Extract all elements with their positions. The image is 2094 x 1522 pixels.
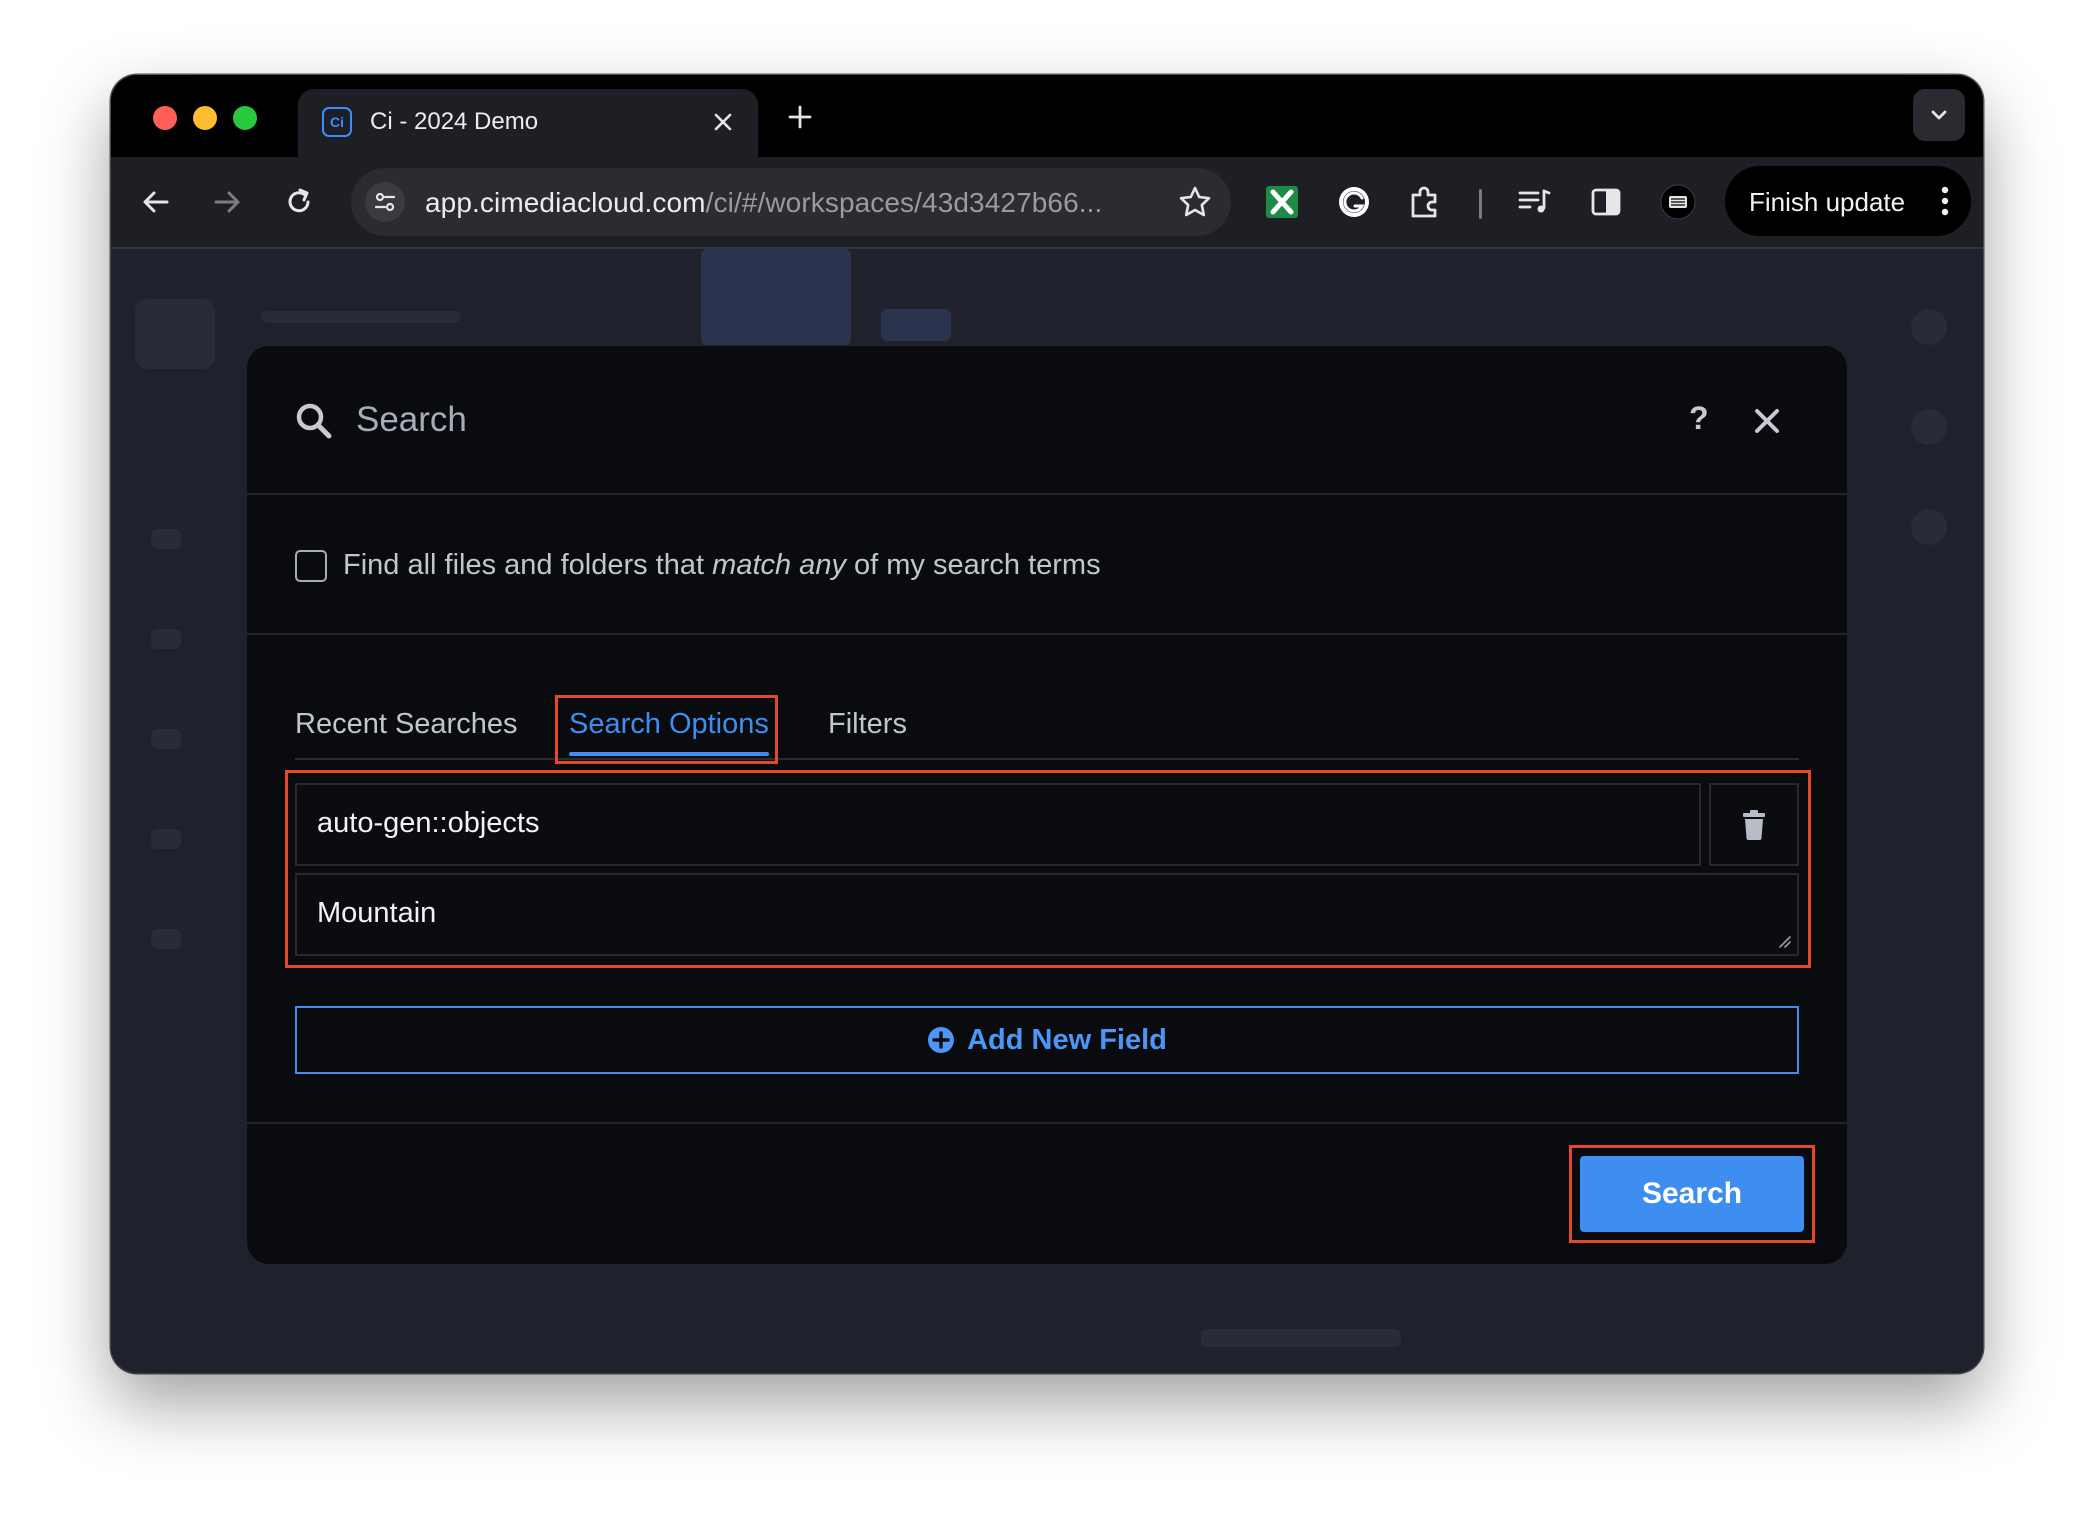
- backdrop-side-item: [151, 529, 181, 549]
- forward-arrow-icon[interactable]: [210, 185, 244, 219]
- backdrop-logo: [135, 299, 215, 369]
- more-options-icon: [1941, 186, 1949, 216]
- search-icon: [296, 403, 332, 439]
- site-info-icon[interactable]: [365, 182, 405, 222]
- side-panel-icon[interactable]: [1587, 183, 1625, 221]
- tab-close-icon[interactable]: [710, 109, 736, 135]
- tab-title: Ci - 2024 Demo: [370, 108, 539, 135]
- search-modal-title: Search: [356, 400, 467, 439]
- finish-update-button[interactable]: Finish update: [1725, 166, 1971, 236]
- backdrop-side-item: [151, 729, 181, 749]
- tab-strip: Ci Ci - 2024 Demo: [111, 75, 1983, 157]
- backdrop-header-bar: [261, 311, 461, 323]
- backdrop-side-item: [151, 629, 181, 649]
- app-backdrop: Search ? Find all files and folders that…: [111, 249, 1983, 1373]
- url-text: app.cimediacloud.com/ci/#/workspaces/43d…: [425, 187, 1102, 219]
- extensions-puzzle-icon[interactable]: [1406, 183, 1444, 221]
- tab-recent-searches[interactable]: Recent Searches: [295, 708, 517, 741]
- browser-tab-active[interactable]: Ci Ci - 2024 Demo: [298, 89, 758, 157]
- address-bar[interactable]: app.cimediacloud.com/ci/#/workspaces/43d…: [351, 168, 1231, 236]
- chevron-down-icon: [1931, 110, 1947, 120]
- modal-divider: [247, 493, 1847, 495]
- tab-search-button[interactable]: [1913, 89, 1965, 141]
- backdrop-side-item: [151, 829, 181, 849]
- tabs-baseline: [295, 758, 1799, 760]
- excel-extension-icon[interactable]: [1263, 183, 1301, 221]
- minimize-window-button[interactable]: [193, 106, 217, 130]
- search-field-highlight: [285, 770, 1811, 968]
- finish-update-label: Finish update: [1749, 187, 1906, 217]
- reload-icon[interactable]: [282, 185, 316, 219]
- backdrop-header-block: [701, 249, 851, 345]
- search-modal: Search ? Find all files and folders that…: [247, 346, 1847, 1264]
- backdrop-footer-bar: [1201, 1329, 1401, 1347]
- maximize-window-button[interactable]: [233, 106, 257, 130]
- modal-divider: [247, 633, 1847, 635]
- search-options-tab-highlight: [555, 695, 778, 764]
- plus-circle-icon: [928, 1027, 955, 1053]
- match-any-label: Find all files and folders that match an…: [343, 549, 1101, 581]
- backdrop-right-dot: [1911, 409, 1947, 445]
- new-tab-icon[interactable]: [786, 103, 814, 131]
- url-host: app.cimediacloud.com: [425, 187, 706, 218]
- backdrop-side-item: [151, 929, 181, 949]
- modal-divider: [247, 1122, 1847, 1124]
- profile-avatar-icon[interactable]: [1659, 183, 1697, 221]
- backdrop-header-pill: [881, 309, 951, 341]
- add-new-field-label: Add New Field: [967, 1023, 1167, 1056]
- browser-toolbar: app.cimediacloud.com/ci/#/workspaces/43d…: [111, 157, 1983, 249]
- reading-list-icon[interactable]: [1515, 183, 1553, 221]
- browser-window: Ci Ci - 2024 Demo app.cimediacloud.com/c…: [111, 75, 1983, 1373]
- close-icon[interactable]: [1752, 406, 1782, 436]
- help-button[interactable]: ?: [1689, 400, 1709, 437]
- ci-favicon-icon: Ci: [322, 107, 352, 137]
- close-window-button[interactable]: [153, 106, 177, 130]
- url-path: /ci/#/workspaces/43d3427b66...: [705, 187, 1103, 218]
- match-any-checkbox[interactable]: [295, 550, 327, 582]
- backdrop-right-dot: [1911, 309, 1947, 345]
- tab-filters[interactable]: Filters: [828, 708, 907, 741]
- bookmark-star-icon[interactable]: [1177, 184, 1213, 220]
- toolbar-divider: [1479, 189, 1482, 219]
- backdrop-right-dot: [1911, 509, 1947, 545]
- search-button-highlight: [1569, 1145, 1815, 1243]
- grammar-extension-icon[interactable]: [1335, 183, 1373, 221]
- back-arrow-icon[interactable]: [139, 185, 173, 219]
- add-new-field-button[interactable]: Add New Field: [295, 1006, 1799, 1074]
- search-tabs: Recent Searches Search Options Filters: [295, 698, 1799, 760]
